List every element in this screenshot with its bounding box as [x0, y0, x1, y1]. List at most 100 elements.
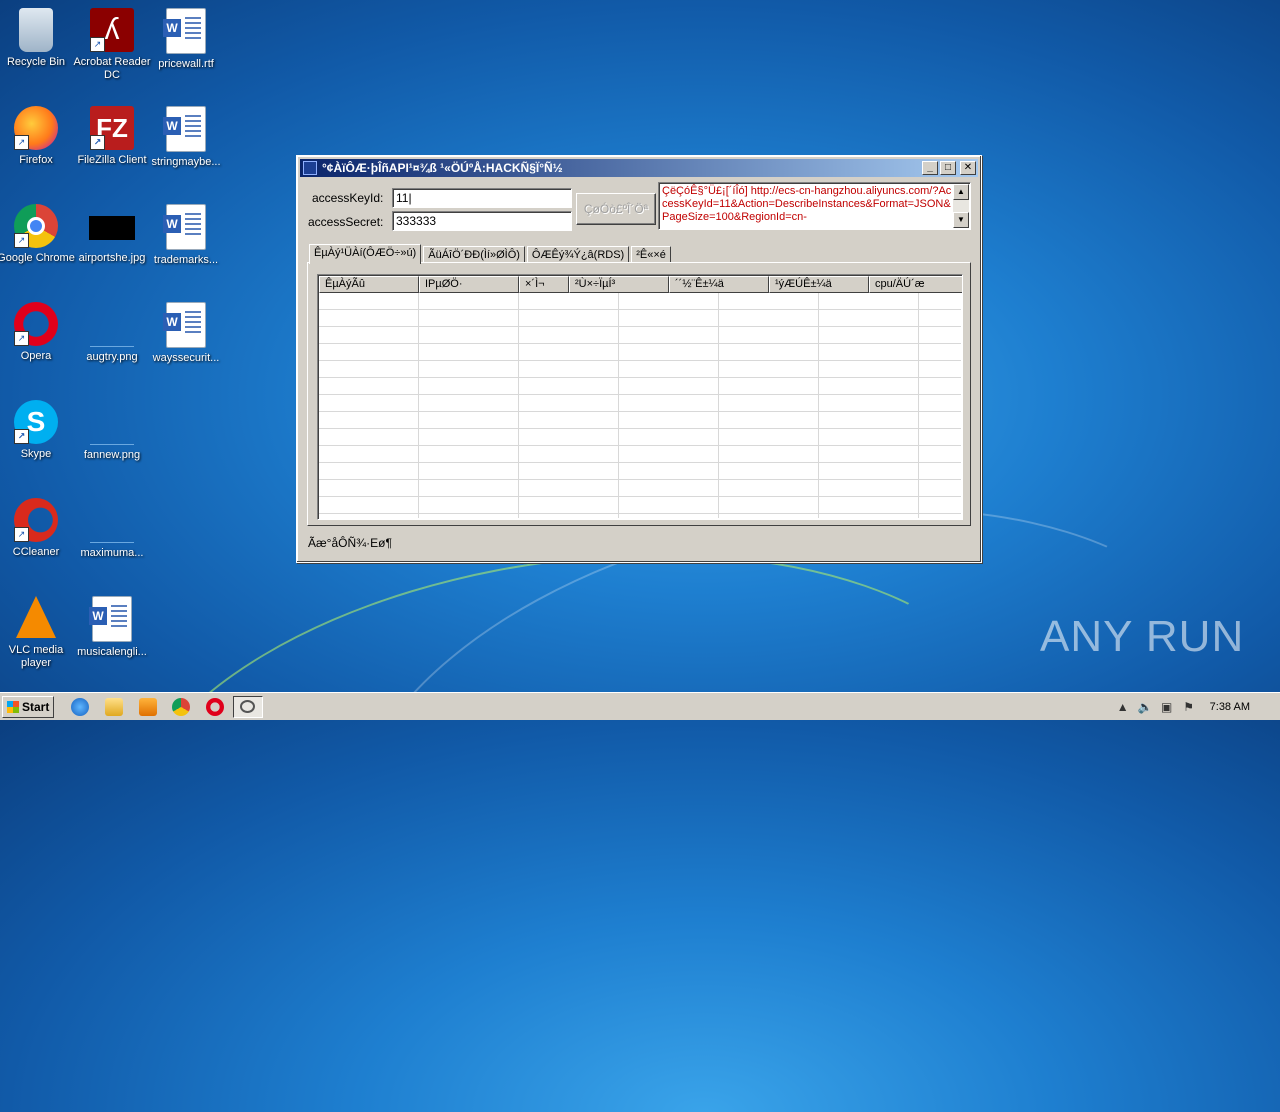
desktop-icon-maximuma[interactable]: maximuma... — [72, 498, 152, 560]
ccleaner-icon: ↗ — [14, 498, 58, 542]
desktop-icon-ccleaner[interactable]: ↗ CCleaner — [0, 498, 76, 559]
result-url-text: ÇëÇóÊ§°Ü£¡[´íÎó] http://ecs-cn-hangzhou.… — [662, 185, 952, 223]
desktop-icon-musicalengli[interactable]: W musicalengli... — [72, 596, 152, 659]
tab-rds[interactable]: ÔÆÊý¾Ý¿â(RDS) — [526, 246, 630, 263]
window-title: °¢ÀïÔÆ·þÎñAPI¹¤¾ß ¹«ÖÚºÅ:HACKÑ§Ï°Ñ½ — [322, 161, 563, 175]
shortcut-arrow-icon: ↗ — [90, 37, 105, 52]
shortcut-arrow-icon: ↗ — [14, 233, 29, 248]
window-titlebar[interactable]: °¢ÀïÔÆ·þÎñAPI¹¤¾ß ¹«ÖÚºÅ:HACKÑ§Ï°Ñ½ _ □ … — [300, 159, 978, 177]
desktop-icon-label: CCleaner — [12, 546, 60, 558]
desktop-icon-skype[interactable]: S ↗ Skype — [0, 400, 76, 461]
shortcut-arrow-icon: ↗ — [14, 429, 29, 444]
access-key-label: accessKeyId: — [312, 191, 384, 205]
active-app-taskbar-button[interactable] — [233, 696, 263, 718]
start-button[interactable]: Start — [2, 696, 54, 718]
desktop-icon-wayssecurit[interactable]: W wayssecurit... — [146, 302, 226, 365]
instances-table[interactable]: ÊµÀýÃû IPµØÖ· ×´Ì¬ ²Ù×÷ÏµÍ³ ´´½¨Ê±¼ä ¹ýÆ… — [317, 274, 963, 520]
internet-explorer-icon[interactable] — [71, 698, 89, 716]
column-header[interactable]: ´´½¨Ê±¼ä — [669, 276, 769, 293]
show-hidden-icons-icon[interactable]: ▲ — [1116, 700, 1130, 714]
acrobat-icon: ʎ ↗ — [90, 8, 134, 52]
network-icon[interactable]: ▣ — [1160, 700, 1174, 714]
clock[interactable]: 7:38 AM — [1210, 701, 1250, 713]
windows-logo-icon — [7, 701, 19, 713]
word-document-icon: W — [163, 106, 206, 152]
desktop-icon-label: trademarks... — [153, 254, 219, 266]
access-secret-input[interactable]: 333333 — [392, 211, 572, 231]
column-header[interactable]: ¹ýÆÚÊ±¼ä — [769, 276, 869, 293]
desktop-icon-label: FileZilla Client — [77, 154, 147, 166]
recycle-bin-icon — [19, 8, 53, 52]
desktop-icon-pricewall[interactable]: W pricewall.rtf — [146, 8, 226, 71]
column-header[interactable]: ²Ù×÷ÏµÍ³ — [569, 276, 669, 293]
scroll-down-arrow-icon[interactable]: ▼ — [953, 212, 969, 228]
taskbar: Start ▲ 🔈 ▣ ⚑ 7:38 AM — [0, 692, 1280, 720]
firefox-icon: ↗ — [14, 106, 58, 150]
desktop-icon-firefox[interactable]: ↗ Firefox — [0, 106, 76, 167]
media-player-icon[interactable] — [139, 698, 157, 716]
table-body[interactable] — [319, 293, 961, 518]
tab-other[interactable]: ²Ê«×é — [631, 246, 671, 263]
close-button[interactable]: ✕ — [960, 161, 976, 175]
column-header[interactable]: ×´Ì¬ — [519, 276, 569, 293]
desktop-icon-label: Acrobat Reader DC — [73, 56, 151, 81]
skype-icon: S ↗ — [14, 400, 58, 444]
shortcut-arrow-icon: ↗ — [14, 527, 29, 542]
file-explorer-icon[interactable] — [105, 698, 123, 716]
opera-taskbar-icon[interactable] — [206, 698, 224, 716]
scroll-up-arrow-icon[interactable]: ▲ — [953, 184, 969, 200]
maximize-button[interactable]: □ — [940, 161, 956, 175]
aliyun-api-tool-window: °¢ÀïÔÆ·þÎñAPI¹¤¾ß ¹«ÖÚºÅ:HACKÑ§Ï°Ñ½ _ □ … — [296, 155, 982, 563]
desktop-icon-label: pricewall.rtf — [158, 58, 214, 70]
desktop-icon-filezilla[interactable]: FZ ↗ FileZilla Client — [72, 106, 152, 167]
desktop-icon-label: airportshe.jpg — [78, 252, 146, 264]
query-button[interactable]: ÇøÓò£ºÎ´Öª — [576, 193, 656, 225]
image-file-icon — [90, 302, 134, 347]
access-secret-label: accessSecret: — [308, 215, 384, 229]
tab-panel: ÊµÀýÃû IPµØÖ· ×´Ì¬ ²Ù×÷ÏµÍ³ ´´½¨Ê±¼ä ¹ýÆ… — [307, 262, 971, 526]
table-header: ÊµÀýÃû IPµØÖ· ×´Ì¬ ²Ù×÷ÏµÍ³ ´´½¨Ê±¼ä ¹ýÆ… — [319, 276, 962, 293]
word-document-icon: W — [163, 302, 206, 348]
desktop-icon-acrobat[interactable]: ʎ ↗ Acrobat Reader DC — [72, 8, 152, 82]
desktop-icon-label: VLC media player — [8, 644, 64, 669]
desktop-icon-fannew[interactable]: fannew.png — [72, 400, 152, 462]
column-header[interactable]: IPµØÖ· — [419, 276, 519, 293]
desktop-icon-label: musicalengli... — [77, 646, 147, 658]
opera-icon: ↗ — [14, 302, 58, 346]
word-document-icon: W — [163, 8, 206, 54]
access-key-input[interactable]: 11| — [392, 188, 572, 208]
shortcut-arrow-icon: ↗ — [14, 331, 29, 346]
desktop-icon-chrome[interactable]: ↗ Google Chrome — [0, 204, 76, 265]
desktop-icon-label: Skype — [20, 448, 52, 460]
shortcut-arrow-icon: ↗ — [14, 135, 29, 150]
action-center-flag-icon[interactable]: ⚑ — [1182, 700, 1196, 714]
desktop-icon-label: fannew.png — [83, 449, 141, 461]
volume-icon[interactable]: 🔈 — [1138, 700, 1153, 714]
vertical-scrollbar[interactable]: ▲ ▼ — [953, 184, 969, 228]
desktop-icon-recycle-bin[interactable]: Recycle Bin — [0, 8, 76, 69]
chrome-icon: ↗ — [14, 204, 58, 248]
desktop-icon-vlc[interactable]: VLC media player — [0, 596, 76, 670]
vlc-cone-icon — [16, 596, 56, 638]
tab-command[interactable]: ÃüÁîÖ´ÐÐ(Ìí»ØÌÔ) — [423, 246, 525, 263]
word-document-icon: W — [163, 204, 206, 250]
minimize-button[interactable]: _ — [922, 161, 938, 175]
desktop-icon-stringmaybe[interactable]: W stringmaybe... — [146, 106, 226, 169]
filezilla-icon: FZ ↗ — [90, 106, 134, 150]
column-header[interactable]: ÊµÀýÃû — [319, 276, 419, 293]
desktop-icon-label: wayssecurit... — [152, 352, 220, 364]
desktop-icon-airportshe[interactable]: airportshe.jpg — [72, 204, 152, 265]
word-document-icon: W — [89, 596, 132, 642]
desktop-icon-label: Opera — [20, 350, 52, 362]
desktop-icon-augtry[interactable]: augtry.png — [72, 302, 152, 364]
status-text: Ãæ°åÔÑ¾·Eø¶ — [308, 536, 392, 550]
tab-instances[interactable]: ÊµÀý¹ÜÀí(ÔÆÖ÷»ú) — [309, 244, 422, 264]
desktop-icon-opera[interactable]: ↗ Opera — [0, 302, 76, 363]
desktop-icon-label: Google Chrome — [0, 252, 75, 264]
desktop-icon-trademarks[interactable]: W trademarks... — [146, 204, 226, 267]
start-label: Start — [22, 700, 50, 714]
shortcut-arrow-icon: ↗ — [90, 135, 105, 150]
column-header[interactable]: cpu/ÄÚ´æ — [869, 276, 962, 293]
chrome-taskbar-icon[interactable] — [172, 698, 190, 716]
result-url-textbox[interactable]: ÇëÇóÊ§°Ü£¡[´íÎó] http://ecs-cn-hangzhou.… — [658, 182, 971, 230]
